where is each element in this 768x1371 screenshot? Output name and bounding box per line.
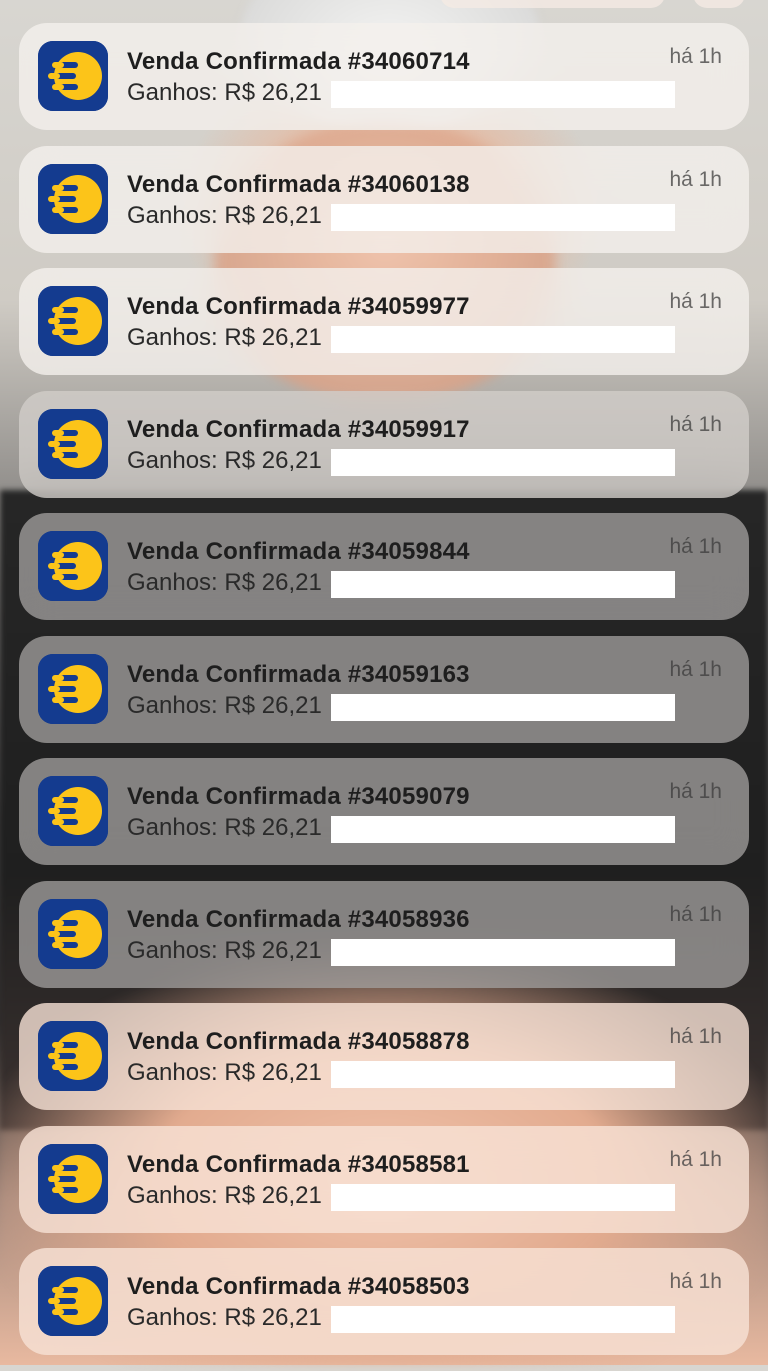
- notification-title: Venda Confirmada #34058936: [127, 905, 470, 933]
- redaction-bar: [331, 1306, 675, 1333]
- eduzz-logo-icon: [38, 163, 108, 234]
- notification-card[interactable]: Venda Confirmada #34058581 Ganhos: R$ 26…: [19, 1125, 749, 1233]
- eduzz-logo-icon: [38, 898, 108, 969]
- eduzz-logo-icon: [38, 776, 108, 846]
- notification-time: há 1h: [669, 1147, 722, 1171]
- notification-body: Ganhos: R$ 26,21: [127, 446, 322, 474]
- redaction-bar: [331, 448, 675, 476]
- eduzz-logo-icon: [38, 1021, 108, 1091]
- eduzz-logo-icon: [38, 408, 108, 479]
- redaction-bar: [331, 1183, 675, 1211]
- notification-card[interactable]: Venda Confirmada #34059163 Ganhos: R$ 26…: [19, 635, 749, 743]
- eduzz-logo-icon: [38, 41, 108, 111]
- eduzz-logo-icon: [38, 1266, 108, 1336]
- notification-body: Ganhos: R$ 26,21: [127, 691, 322, 719]
- notification-title: Venda Confirmada #34058878: [127, 1028, 470, 1055]
- eduzz-logo-icon: [38, 531, 108, 601]
- notification-card[interactable]: Venda Confirmada #34060138 Ganhos: R$ 26…: [19, 145, 749, 253]
- notification-title: Venda Confirmada #34059844: [127, 538, 470, 565]
- redaction-bar: [331, 203, 675, 231]
- redaction-bar: [331, 816, 675, 843]
- notification-card[interactable]: Venda Confirmada #34060714 Ganhos: R$ 26…: [19, 23, 749, 130]
- notification-time: há 1h: [669, 45, 722, 68]
- notification-stack: Venda Confirmada #34060714 Ganhos: R$ 26…: [19, 23, 749, 1371]
- notification-time: há 1h: [669, 657, 722, 681]
- notification-title: Venda Confirmada #34059079: [127, 783, 470, 810]
- notification-title: Venda Confirmada #34059917: [127, 415, 470, 443]
- notification-time: há 1h: [669, 780, 722, 803]
- redaction-bar: [331, 81, 675, 108]
- notification-peek-button[interactable]: [693, 0, 745, 8]
- redaction-bar: [331, 1061, 675, 1088]
- redaction-bar: [331, 938, 675, 966]
- notification-time: há 1h: [669, 1025, 722, 1048]
- notification-body: Ganhos: R$ 26,21: [127, 569, 322, 596]
- redaction-bar: [331, 571, 675, 598]
- notification-title: Venda Confirmada #34058581: [127, 1150, 470, 1178]
- notification-body: Ganhos: R$ 26,21: [127, 324, 322, 351]
- notification-body: Ganhos: R$ 26,21: [127, 1181, 322, 1209]
- notification-title: Venda Confirmada #34060138: [127, 170, 470, 198]
- notification-time: há 1h: [669, 412, 722, 436]
- notification-body: Ganhos: R$ 26,21: [127, 1059, 322, 1086]
- notification-title: Venda Confirmada #34058503: [127, 1273, 470, 1300]
- notification-card[interactable]: Venda Confirmada #34059977 Ganhos: R$ 26…: [19, 268, 749, 375]
- notification-card[interactable]: Venda Confirmada #34059844 Ganhos: R$ 26…: [19, 513, 749, 620]
- notification-title: Venda Confirmada #34060714: [127, 48, 470, 75]
- notification-card[interactable]: Venda Confirmada #34059079 Ganhos: R$ 26…: [19, 758, 749, 865]
- notification-time: há 1h: [669, 1270, 722, 1293]
- notification-card[interactable]: Venda Confirmada #34058503 Ganhos: R$ 26…: [19, 1248, 749, 1355]
- notification-card[interactable]: Venda Confirmada #34058878 Ganhos: R$ 26…: [19, 1003, 749, 1110]
- notification-title: Venda Confirmada #34059977: [127, 293, 470, 320]
- notification-time: há 1h: [669, 535, 722, 558]
- notification-body: Ganhos: R$ 26,21: [127, 936, 322, 964]
- notification-body: Ganhos: R$ 26,21: [127, 1304, 322, 1331]
- notification-time: há 1h: [669, 290, 722, 313]
- notification-time: há 1h: [669, 902, 722, 926]
- redaction-bar: [331, 693, 675, 721]
- notification-time: há 1h: [669, 167, 722, 191]
- notification-body: Ganhos: R$ 26,21: [127, 814, 322, 841]
- notification-peek[interactable]: [440, 0, 665, 8]
- notification-card[interactable]: Venda Confirmada #34059917 Ganhos: R$ 26…: [19, 390, 749, 498]
- notification-title: Venda Confirmada #34059163: [127, 660, 470, 688]
- redaction-bar: [331, 326, 675, 353]
- eduzz-logo-icon: [38, 1143, 108, 1214]
- notification-body: Ganhos: R$ 26,21: [127, 201, 322, 229]
- eduzz-logo-icon: [38, 286, 108, 356]
- notification-card[interactable]: Venda Confirmada #34058936 Ganhos: R$ 26…: [19, 880, 749, 988]
- notification-body: Ganhos: R$ 26,21: [127, 79, 322, 106]
- eduzz-logo-icon: [38, 653, 108, 724]
